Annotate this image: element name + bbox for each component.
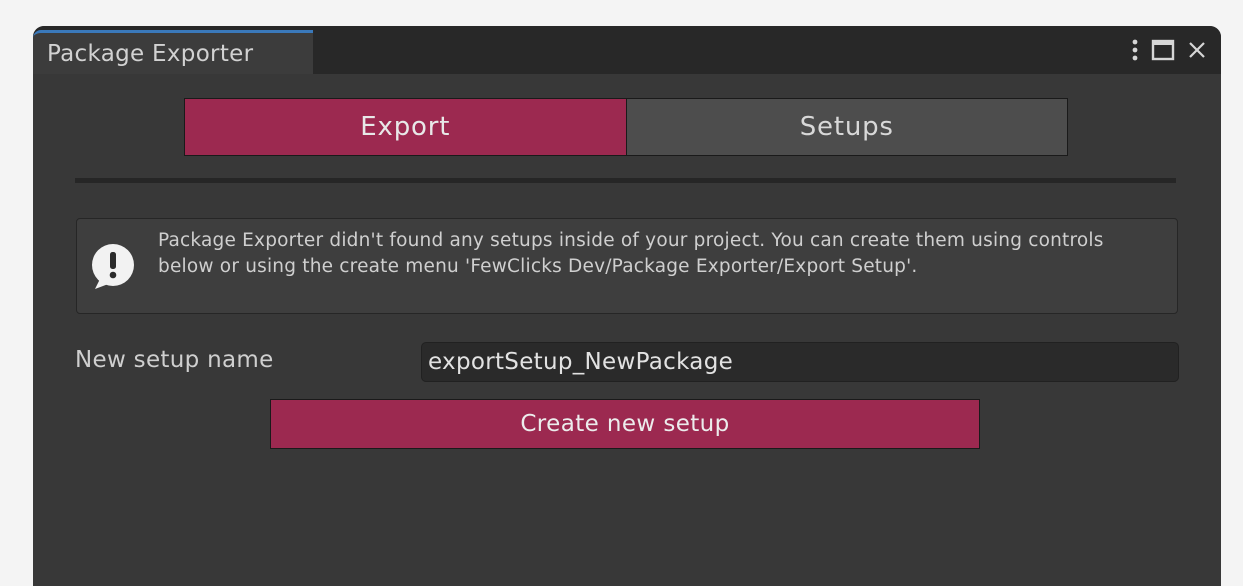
info-speech-bubble-icon xyxy=(92,244,134,289)
window-tab-title: Package Exporter xyxy=(47,41,254,67)
separator xyxy=(75,178,1176,183)
window-controls xyxy=(1131,35,1207,65)
window-titlebar: Package Exporter xyxy=(33,26,1221,74)
package-exporter-window: Package Exporter Export Setups Package E… xyxy=(33,26,1221,586)
create-new-setup-button[interactable]: Create new setup xyxy=(270,399,980,449)
window-content: Export Setups Package Exporter didn't fo… xyxy=(33,74,1221,586)
info-helpbox: Package Exporter didn't found any setups… xyxy=(76,218,1178,314)
window-tab[interactable]: Package Exporter xyxy=(33,30,313,74)
helpbox-message: Package Exporter didn't found any setups… xyxy=(158,230,1104,277)
new-setup-name-label: New setup name xyxy=(75,347,274,373)
new-setup-name-input[interactable] xyxy=(421,342,1179,382)
tab-export[interactable]: Export xyxy=(185,99,627,155)
maximize-icon[interactable] xyxy=(1151,39,1175,61)
mode-toolbar: Export Setups xyxy=(184,98,1068,156)
more-options-icon[interactable] xyxy=(1131,38,1139,62)
new-setup-name-row: New setup name xyxy=(75,342,1179,382)
close-icon[interactable] xyxy=(1187,40,1207,60)
tab-setups[interactable]: Setups xyxy=(626,99,1067,155)
